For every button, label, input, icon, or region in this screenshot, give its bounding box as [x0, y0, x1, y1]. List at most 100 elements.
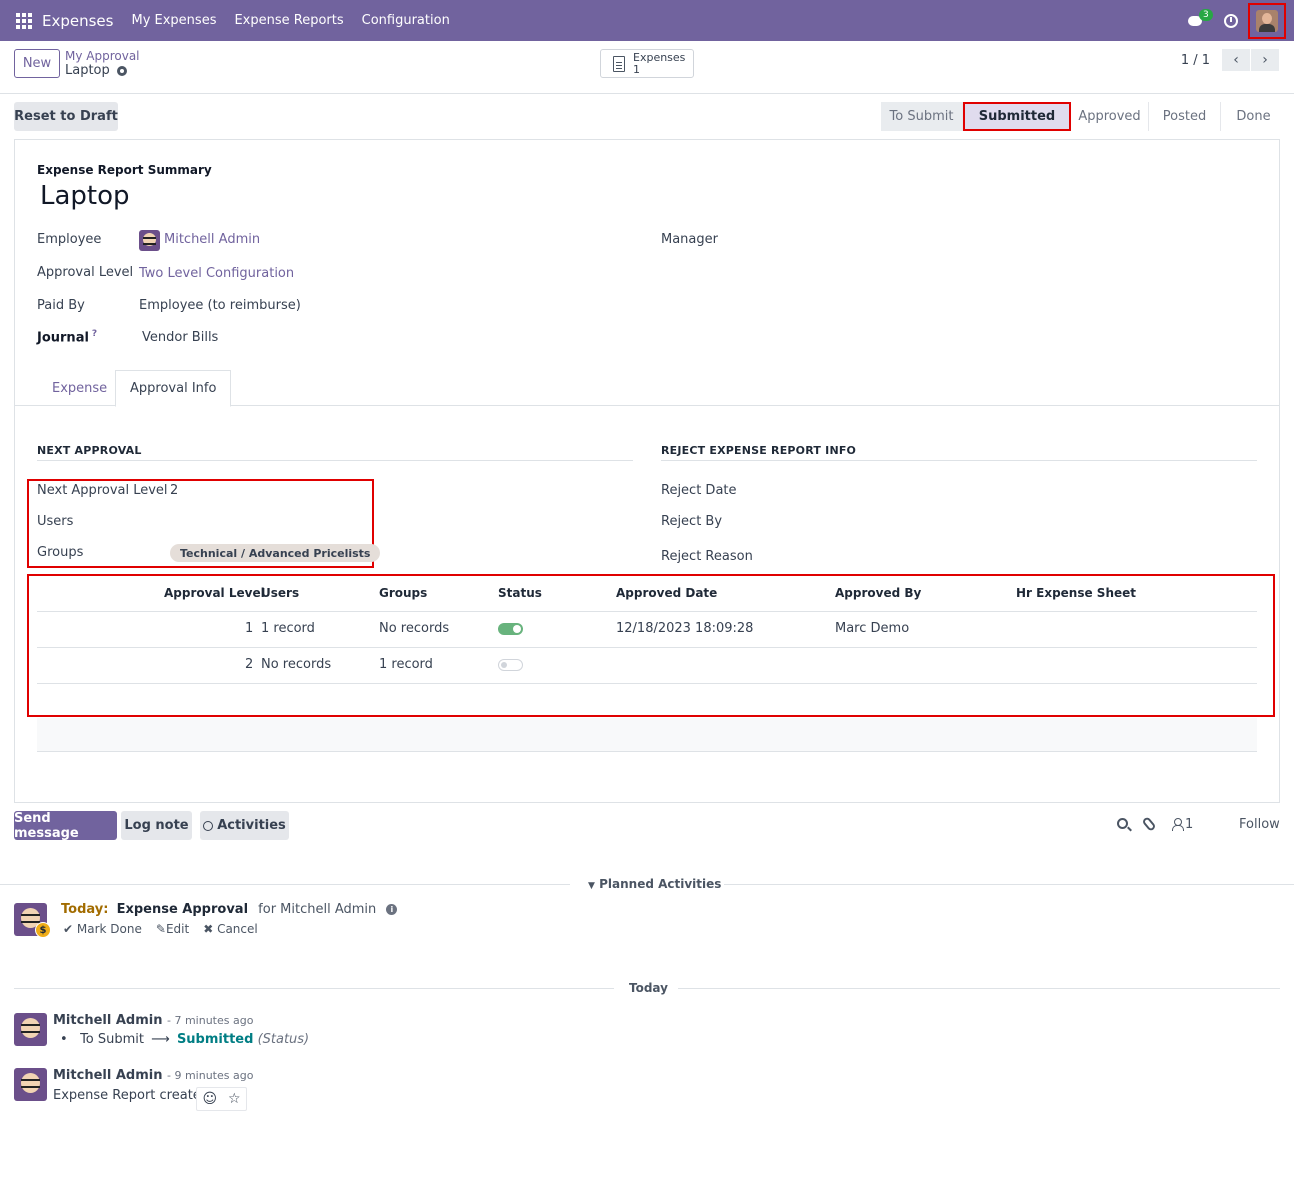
section-divider [37, 460, 633, 461]
col-hr-expense-sheet[interactable]: Hr Expense Sheet [1016, 586, 1136, 600]
pager-value[interactable]: 1 / 1 [1181, 53, 1210, 68]
activity-summary: Expense Approval [116, 902, 249, 917]
approval-level-field[interactable]: Two Level Configuration [139, 266, 294, 281]
send-message-button[interactable]: Send message [14, 811, 117, 841]
row1-approved-date[interactable]: 12/18/2023 18:09:28 [616, 621, 753, 636]
col-users[interactable]: Users [261, 586, 299, 600]
message-time: - 7 minutes ago [166, 1014, 254, 1027]
col-status[interactable]: Status [498, 586, 542, 600]
message-author[interactable]: Mitchell Admin [53, 1068, 162, 1083]
planned-activities-label: Planned Activities [599, 877, 722, 891]
expenses-smart-button[interactable]: Expenses 1 [600, 49, 694, 78]
mark-done-button[interactable]: ✔ Mark Done [63, 922, 142, 936]
menu-configuration[interactable]: Configuration [362, 13, 450, 28]
notebook-tabs: Expense Approval Info [15, 370, 1279, 407]
next-approval-level-field[interactable]: 2 [170, 483, 178, 498]
followers-icon[interactable] [1172, 818, 1184, 831]
pencil-icon: ✎ [155, 922, 166, 936]
row1-groups[interactable]: No records [379, 621, 449, 636]
stage-posted[interactable]: Posted [1149, 102, 1221, 131]
reset-to-draft-button[interactable]: Reset to Draft [14, 102, 118, 131]
gear-icon[interactable] [116, 65, 127, 76]
col-approved-by[interactable]: Approved By [835, 586, 921, 600]
row2-users[interactable]: No records [261, 657, 331, 672]
cancel-button[interactable]: ✖ Cancel [203, 922, 258, 936]
tracking-field-name: (Status) [257, 1032, 310, 1047]
help-icon[interactable]: ? [92, 329, 97, 339]
journal-label-text: Journal [37, 330, 89, 346]
paperclip-icon[interactable] [1141, 816, 1157, 832]
follow-button[interactable]: Follow [1239, 817, 1280, 832]
paid-by-label: Paid By [37, 298, 85, 313]
employee-field[interactable]: Mitchell Admin [164, 232, 260, 247]
col-groups[interactable]: Groups [379, 586, 427, 600]
followers-count[interactable]: 1 [1185, 817, 1193, 832]
bullet: • [60, 1032, 76, 1047]
table-row-divider [37, 647, 1257, 648]
group-tag[interactable]: Technical / Advanced Pricelists [170, 544, 381, 562]
new-button[interactable]: New [14, 49, 60, 78]
col-approved-date[interactable]: Approved Date [616, 586, 717, 600]
star-icon[interactable]: ☆ [228, 1091, 241, 1107]
row1-status-toggle[interactable] [498, 623, 523, 635]
search-icon[interactable] [1117, 818, 1128, 829]
activities-button[interactable]: Activities [200, 811, 289, 840]
activities-label: Activities [217, 818, 286, 833]
employee-label: Employee [37, 232, 102, 247]
paid-by-field[interactable]: Employee (to reimburse) [139, 298, 301, 313]
messaging-icon[interactable]: 3 [1188, 8, 1213, 28]
dollar-icon: $ [35, 922, 51, 938]
log-note-button[interactable]: Log note [121, 811, 192, 840]
pager-previous-button[interactable]: ‹ [1222, 49, 1250, 71]
col-approval-level[interactable]: Approval Level [164, 586, 265, 600]
breadcrumb-current: Laptop [65, 63, 127, 78]
app-name[interactable]: Expenses [42, 12, 113, 30]
journal-field[interactable]: Vendor Bills [142, 330, 218, 345]
date-separator: Today [629, 981, 668, 995]
divider [0, 884, 570, 885]
menu-expense-reports[interactable]: Expense Reports [234, 13, 343, 28]
table-empty-row [37, 718, 1257, 752]
tab-expense[interactable]: Expense [52, 370, 107, 406]
menu-my-expenses[interactable]: My Expenses [131, 13, 216, 28]
breadcrumb-parent[interactable]: My Approval [65, 49, 140, 63]
row1-level[interactable]: 1 [245, 621, 253, 636]
divider [14, 988, 614, 989]
document-icon [613, 55, 625, 72]
user-menu[interactable] [1248, 2, 1286, 39]
edit-button[interactable]: ✎Edit [156, 922, 189, 936]
planned-activities-toggle[interactable]: ▼ Planned Activities [588, 877, 721, 891]
divider [678, 988, 1280, 989]
add-reaction-icon[interactable]: ☺ [202, 1091, 217, 1107]
check-icon: ✔ [63, 922, 74, 936]
summary-label: Expense Report Summary [37, 163, 212, 177]
smart-button-label: Expenses [633, 50, 686, 64]
message-avatar[interactable] [14, 1013, 47, 1046]
row1-users[interactable]: 1 record [261, 621, 315, 636]
message-time: - 9 minutes ago [166, 1069, 254, 1082]
tracking-new-value: Submitted [176, 1032, 254, 1047]
activity-clock-icon[interactable] [1224, 13, 1238, 28]
info-icon[interactable]: i [386, 904, 398, 915]
stage-approved[interactable]: Approved [1071, 102, 1149, 131]
stage-to-submit[interactable]: To Submit [881, 102, 963, 131]
message-body: Expense Report created [53, 1088, 210, 1103]
employee-avatar [139, 230, 160, 251]
tab-approval-info[interactable]: Approval Info [115, 370, 232, 407]
mark-done-label: Mark Done [76, 922, 142, 936]
row2-groups[interactable]: 1 record [379, 657, 433, 672]
stage-done[interactable]: Done [1221, 102, 1286, 131]
pager-next-button[interactable]: › [1251, 49, 1279, 71]
message-avatar[interactable] [14, 1068, 47, 1101]
apps-menu-icon[interactable] [16, 12, 32, 29]
stage-submitted[interactable]: Submitted [963, 102, 1071, 131]
next-approval-level-label: Next Approval Level [37, 483, 168, 498]
record-title[interactable]: Laptop [40, 181, 130, 211]
message-author[interactable]: Mitchell Admin [53, 1013, 162, 1028]
activity-assignee: for Mitchell Admin [258, 902, 377, 917]
row2-level[interactable]: 2 [245, 657, 253, 672]
row1-approved-by[interactable]: Marc Demo [835, 621, 909, 636]
row2-status-toggle[interactable] [498, 659, 523, 671]
reject-by-label: Reject By [661, 514, 723, 529]
clock-icon [203, 820, 214, 831]
